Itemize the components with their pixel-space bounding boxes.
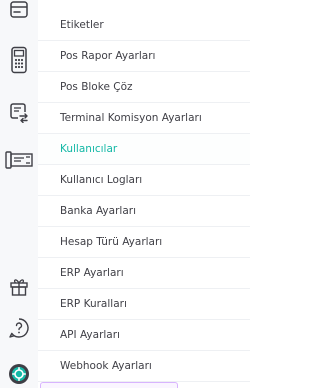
menu-item-erp-kurallari[interactable]: ERP Kuralları xyxy=(38,289,250,320)
menu-item-banka-ayarlari[interactable]: Banka Ayarları xyxy=(38,196,250,227)
menu-item-hesap-turu-ayarlari[interactable]: Hesap Türü Ayarları xyxy=(38,227,250,258)
rail-item-card[interactable] xyxy=(0,0,38,29)
menu-item-webhook-ayarlari[interactable]: Webhook Ayarları xyxy=(38,351,250,382)
menu-item-pos-bloke-coz[interactable]: Pos Bloke Çöz xyxy=(38,72,250,103)
rail-item-settings[interactable] xyxy=(0,356,38,388)
cash-register-icon xyxy=(5,151,33,169)
pos-terminal-icon xyxy=(11,46,27,74)
app-frame: Etiketler Pos Rapor Ayarları Pos Bloke Ç… xyxy=(0,0,250,388)
menu-item-erp-ayarlari[interactable]: ERP Ayarları xyxy=(38,258,250,289)
gift-icon xyxy=(10,279,28,296)
rail-item-help[interactable] xyxy=(0,310,38,346)
rail-item-transfer[interactable] xyxy=(0,94,38,130)
help-icon xyxy=(9,318,29,338)
transfer-document-icon xyxy=(10,103,28,123)
icon-rail xyxy=(0,0,39,388)
menu-item-etiketler[interactable]: Etiketler xyxy=(38,10,250,41)
menu-item-pos-rapor-ayarlari[interactable]: Pos Rapor Ayarları xyxy=(38,41,250,72)
menu-item-kullanici-loglari[interactable]: Kullanıcı Logları xyxy=(38,165,250,196)
card-icon xyxy=(10,1,28,18)
rail-item-pos[interactable] xyxy=(0,42,38,78)
settings-menu: Etiketler Pos Rapor Ayarları Pos Bloke Ç… xyxy=(38,0,250,388)
menu-item-api-ayarlari[interactable]: API Ayarları xyxy=(38,320,250,351)
menu-item-kullanicilar[interactable]: Kullanıcılar xyxy=(38,134,250,165)
settings-icon xyxy=(9,364,29,384)
rail-item-cash-register[interactable] xyxy=(0,142,38,178)
menu-item-terminal-komisyon-ayarlari[interactable]: Terminal Komisyon Ayarları xyxy=(38,103,250,134)
rail-item-gift[interactable] xyxy=(0,268,38,304)
overlay-edge xyxy=(40,382,178,388)
